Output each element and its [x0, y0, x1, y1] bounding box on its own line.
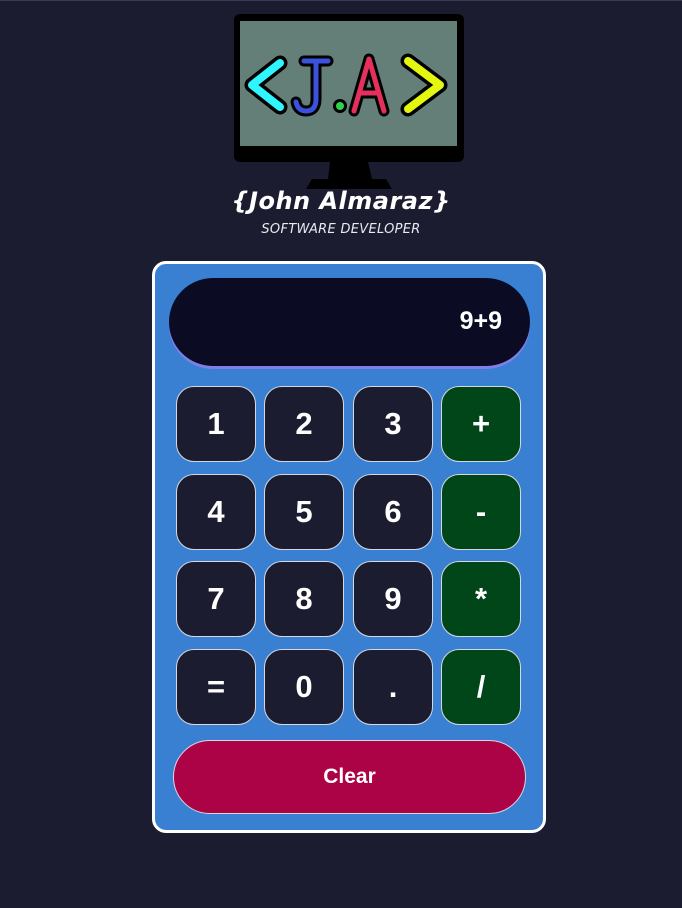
key-5[interactable]: 5: [264, 474, 344, 550]
calculator-display: 9+9: [169, 278, 530, 366]
key-1[interactable]: 1: [176, 386, 256, 462]
key-9[interactable]: 9: [353, 561, 433, 637]
key-add[interactable]: +: [441, 386, 521, 462]
key-2[interactable]: 2: [264, 386, 344, 462]
key-divide[interactable]: /: [441, 649, 521, 725]
key-6[interactable]: 6: [353, 474, 433, 550]
key-subtract[interactable]: -: [441, 474, 521, 550]
developer-name: {John Almaraz}: [231, 187, 451, 215]
key-equals[interactable]: =: [176, 649, 256, 725]
monitor-logo: [232, 13, 466, 191]
clear-button[interactable]: Clear: [173, 740, 526, 814]
key-7[interactable]: 7: [176, 561, 256, 637]
developer-title: SOFTWARE DEVELOPER: [261, 222, 421, 237]
key-4[interactable]: 4: [176, 474, 256, 550]
key-multiply[interactable]: *: [441, 561, 521, 637]
key-0[interactable]: 0: [264, 649, 344, 725]
key-8[interactable]: 8: [264, 561, 344, 637]
key-3[interactable]: 3: [353, 386, 433, 462]
calculator: 9+9 1 2 3 + 4 5 6 - 7 8 9 * = 0 . / Clea…: [152, 261, 546, 833]
monitor-logo-graphic: [234, 14, 464, 189]
key-decimal[interactable]: .: [353, 649, 433, 725]
